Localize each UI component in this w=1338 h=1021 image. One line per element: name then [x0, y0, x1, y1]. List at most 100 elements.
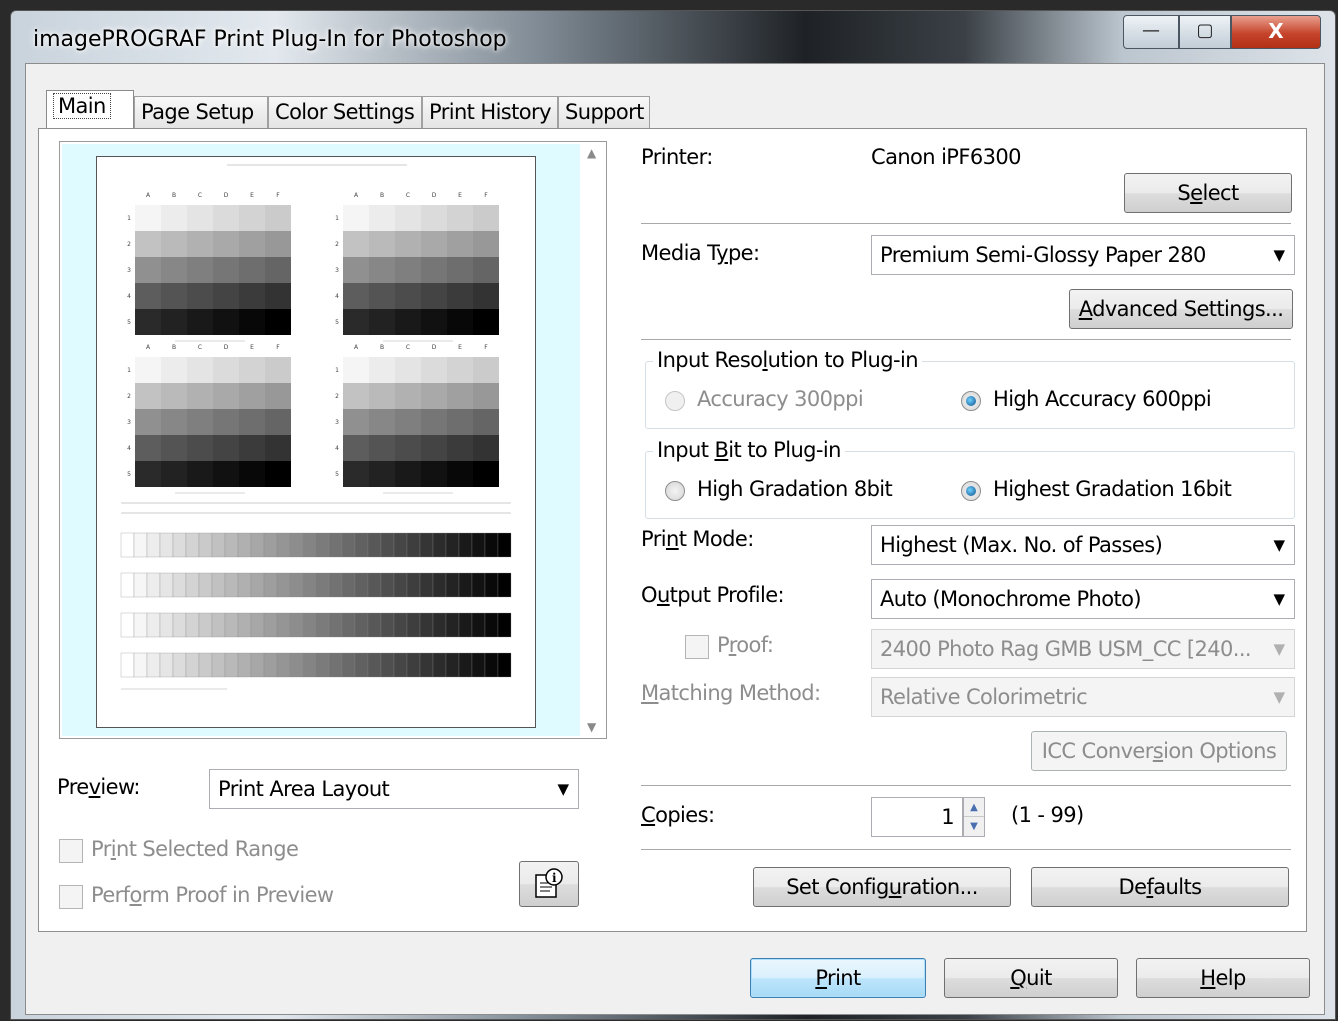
- preview-gray-patch: [213, 357, 239, 383]
- preview-gradient-strip-patch: [276, 532, 291, 558]
- scroll-down-icon[interactable]: ▼: [587, 720, 596, 734]
- preview-gray-patch: [239, 257, 265, 283]
- copies-stepper[interactable]: ▲ ▼: [963, 797, 985, 837]
- preview-gray-patch: [265, 461, 291, 487]
- preview-gray-patch: [369, 383, 395, 409]
- media-type-select[interactable]: Premium Semi-Glossy Paper 280 ▼: [871, 235, 1295, 275]
- scroll-up-icon[interactable]: ▲: [587, 146, 596, 160]
- minimize-button[interactable]: —: [1123, 15, 1179, 49]
- copies-input[interactable]: 1: [871, 797, 963, 837]
- preview-scrollbar[interactable]: ▲ ▼: [582, 142, 606, 738]
- preview-gray-patch: [187, 205, 213, 231]
- preview-gradient-strip-patch: [497, 612, 512, 638]
- tab-main[interactable]: Main: [46, 90, 134, 130]
- stepper-up-icon[interactable]: ▲: [964, 798, 984, 817]
- preview-column-label: B: [172, 344, 176, 351]
- preview-gradient-strip-patch: [185, 652, 200, 678]
- tab-page-setup[interactable]: Page Setup: [134, 96, 268, 128]
- preview-gradient-strip-patch: [302, 532, 317, 558]
- preview-gray-patch: [239, 231, 265, 257]
- preview-gray-patch: [213, 231, 239, 257]
- preview-gray-patch: [447, 283, 473, 309]
- preview-gradient-strip-patch: [250, 572, 265, 598]
- preview-gradient-strip-patch: [328, 572, 343, 598]
- help-button[interactable]: Help: [1136, 958, 1310, 998]
- dialog-client-area: Main Page Setup Color Settings Print His…: [25, 63, 1325, 1015]
- tab-support[interactable]: Support: [558, 96, 650, 128]
- preview-gray-patch: [265, 257, 291, 283]
- defaults-button[interactable]: Defaults: [1031, 867, 1289, 907]
- preview-gray-patch: [265, 409, 291, 435]
- preview-row-label: 5: [335, 319, 339, 326]
- preview-gradient-strip-patch: [237, 612, 252, 638]
- set-configuration-button[interactable]: Set Configuration...: [753, 867, 1011, 907]
- preview-gray-patch: [135, 205, 161, 231]
- window-title: imagePROGRAF Print Plug-In for Photoshop: [33, 27, 507, 52]
- preview-column-label: F: [484, 192, 488, 199]
- preview-gray-patch: [447, 357, 473, 383]
- high-accuracy-600-radio[interactable]: [961, 391, 981, 411]
- preview-gradient-strip-patch: [159, 652, 174, 678]
- print-mode-label: Print Mode:: [641, 527, 754, 551]
- perform-proof-checkbox[interactable]: [59, 885, 83, 909]
- preview-gradient-strip-patch: [237, 572, 252, 598]
- preview-gray-patch: [421, 205, 447, 231]
- maximize-button[interactable]: ▢: [1179, 15, 1231, 49]
- preview-gradient-strip-patch: [315, 532, 330, 558]
- preview-gradient-strip-patch: [159, 572, 174, 598]
- preview-gray-patch: [161, 309, 187, 335]
- preview-gray-patch: [135, 309, 161, 335]
- preview-gray-patch: [161, 283, 187, 309]
- preview-row-label: 2: [127, 393, 131, 400]
- preview-gray-patch: [187, 257, 213, 283]
- proof-checkbox[interactable]: [685, 635, 709, 659]
- preview-gray-patch: [161, 231, 187, 257]
- separator: [641, 223, 1291, 225]
- output-profile-select[interactable]: Auto (Monochrome Photo) ▼: [871, 579, 1295, 619]
- preview-gray-patch: [395, 435, 421, 461]
- print-button[interactable]: Print: [750, 958, 926, 998]
- preview-gray-patch: [421, 309, 447, 335]
- accuracy-300-radio[interactable]: [665, 391, 685, 411]
- preview-gray-patch: [135, 461, 161, 487]
- preview-gradient-strip-patch: [224, 652, 239, 678]
- print-selected-range-checkbox[interactable]: [59, 839, 83, 863]
- preview-gradient-strip-patch: [432, 532, 447, 558]
- preview-column-label: A: [354, 344, 359, 351]
- advanced-settings-button[interactable]: Advanced Settings...: [1069, 289, 1293, 329]
- preview-row-label: 3: [335, 267, 339, 274]
- media-type-label: Media Type:: [641, 241, 760, 265]
- preview-gradient-strip-patch: [432, 612, 447, 638]
- preview-gradient-strip-patch: [185, 532, 200, 558]
- preview-pane[interactable]: A B C D E F 1 2 3 4 5 A B C D E F 1 2 3 4 5 A B C D E F 1 2 3 4 5 A B C D E F 1…: [59, 141, 607, 739]
- preview-info-button[interactable]: i: [519, 861, 579, 907]
- highest-gradation-16bit-radio[interactable]: [961, 481, 981, 501]
- icc-conversion-options-button[interactable]: ICC Conversion Options: [1031, 731, 1287, 771]
- high-gradation-8bit-radio[interactable]: [665, 481, 685, 501]
- preview-area: A B C D E F 1 2 3 4 5 A B C D E F 1 2 3 4 5 A B C D E F 1 2 3 4 5 A B C D E F 1…: [62, 144, 580, 736]
- matching-method-select[interactable]: Relative Colorimetric ▼: [871, 677, 1295, 717]
- select-printer-button[interactable]: Select: [1124, 173, 1292, 213]
- preview-gradient-strip-patch: [289, 532, 304, 558]
- preview-gray-patch: [447, 409, 473, 435]
- tab-print-history[interactable]: Print History: [422, 96, 558, 128]
- preview-column-label: F: [484, 344, 488, 351]
- tab-color-settings[interactable]: Color Settings: [268, 96, 422, 128]
- preview-gray-patch: [421, 435, 447, 461]
- proof-profile-select[interactable]: 2400 Photo Rag GMB USM_CC [240... ▼: [871, 629, 1295, 669]
- preview-gradient-strip-patch: [393, 532, 408, 558]
- chevron-down-icon: ▼: [1273, 590, 1286, 608]
- stepper-down-icon[interactable]: ▼: [964, 817, 984, 836]
- preview-gradient-strip-patch: [419, 612, 434, 638]
- close-button[interactable]: X: [1231, 15, 1321, 49]
- preview-mode-select[interactable]: Print Area Layout ▼: [209, 769, 579, 809]
- preview-gradient-strip-patch: [146, 652, 161, 678]
- preview-gray-patch: [343, 231, 369, 257]
- title-bar[interactable]: imagePROGRAF Print Plug-In for Photoshop…: [11, 11, 1335, 63]
- printer-label: Printer:: [641, 145, 713, 169]
- preview-gradient-strip-patch: [289, 652, 304, 678]
- preview-row-label: 4: [335, 445, 339, 452]
- preview-gradient-strip-patch: [263, 612, 278, 638]
- print-mode-select[interactable]: Highest (Max. No. of Passes) ▼: [871, 525, 1295, 565]
- quit-button[interactable]: Quit: [944, 958, 1118, 998]
